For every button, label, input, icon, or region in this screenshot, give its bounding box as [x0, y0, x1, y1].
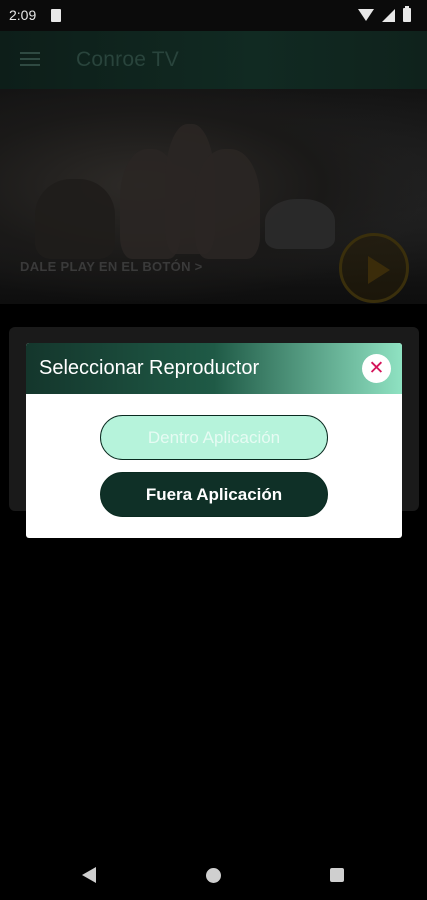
back-icon[interactable]: [82, 867, 96, 883]
hero-image-figure: [195, 149, 260, 259]
wifi-icon: [358, 9, 374, 21]
hero-image-figure: [265, 199, 335, 249]
outside-app-button[interactable]: Fuera Aplicación: [100, 472, 328, 517]
signal-icon: [382, 8, 395, 22]
navigation-bar: [0, 851, 427, 900]
hero-image-figure: [35, 179, 115, 259]
dialog-title: Seleccionar Reproductor: [39, 357, 260, 379]
app-title: Conroe TV: [76, 48, 179, 71]
close-icon: ✕: [368, 358, 385, 379]
hero-caption[interactable]: DALE PLAY EN EL BOTÓN >: [20, 259, 203, 274]
recents-icon[interactable]: [330, 868, 344, 882]
sim-card-icon: [51, 9, 61, 22]
hero-banner[interactable]: DALE PLAY EN EL BOTÓN >: [0, 89, 427, 304]
dialog-header: Seleccionar Reproductor ✕: [26, 343, 402, 394]
close-button[interactable]: ✕: [362, 354, 391, 383]
app-bar: Conroe TV: [0, 31, 427, 89]
play-circle-icon[interactable]: [339, 233, 409, 303]
status-bar: 2:09: [0, 0, 427, 31]
hamburger-menu-icon[interactable]: [20, 52, 40, 66]
battery-icon: [403, 6, 411, 22]
status-icons: [358, 6, 411, 22]
status-time: 2:09: [9, 7, 37, 23]
home-icon[interactable]: [206, 868, 221, 883]
select-player-dialog: Seleccionar Reproductor ✕ Dentro Aplicac…: [26, 343, 402, 538]
inside-app-button[interactable]: Dentro Aplicación: [100, 415, 328, 460]
